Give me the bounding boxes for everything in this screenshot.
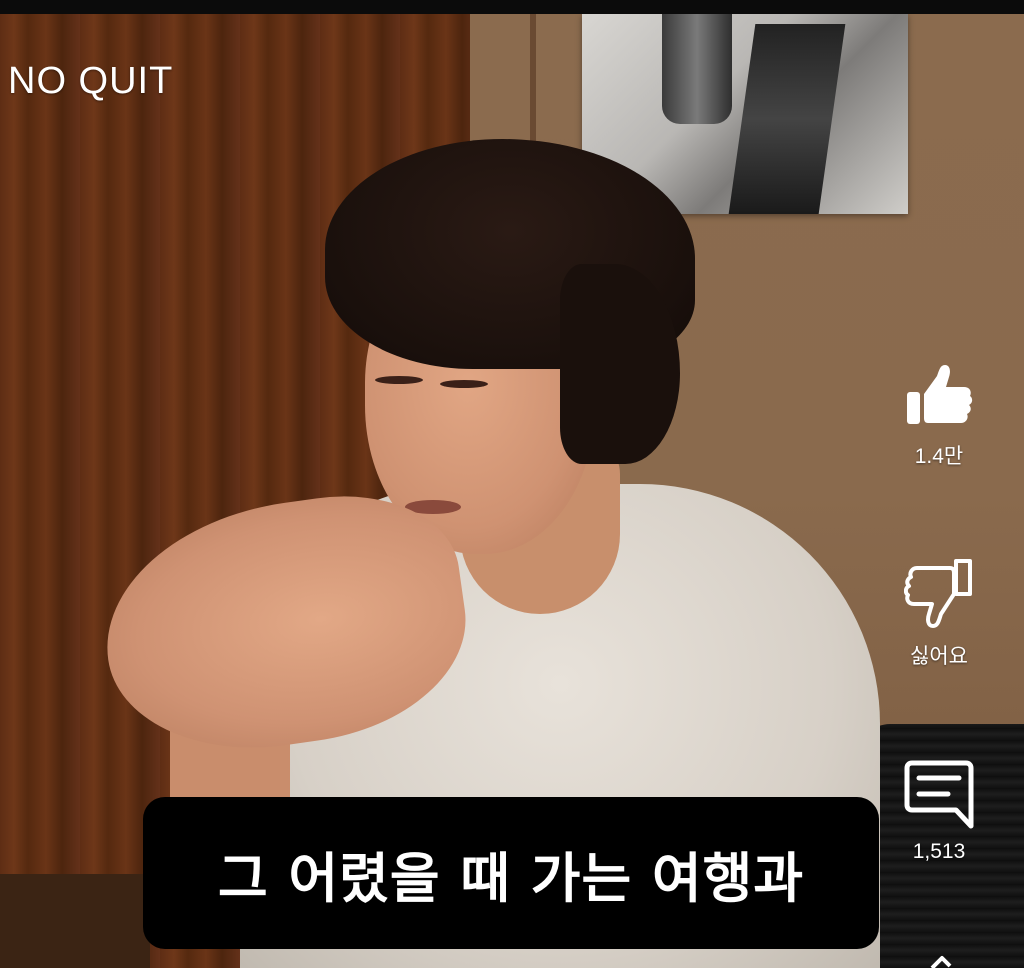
poster-shadow [728,24,846,214]
comment-count: 1,513 [912,840,966,863]
person-eye-left [375,376,423,384]
shorts-player[interactable]: NO QUIT 1.4만 싫어요 1,513 그 어렸을 때 가는 여행과 [0,0,1024,968]
subtitle-caption: 그 어렸을 때 가는 여행과 [143,797,879,949]
share-button[interactable] [928,952,958,968]
subtitle-text: 그 어렸을 때 가는 여행과 [218,846,804,910]
person-eye-right [440,380,488,388]
poster-object [662,14,732,124]
thumbs-up-icon [907,365,973,424]
like-button[interactable]: 1.4만 [889,360,989,470]
dislike-button[interactable]: 싫어요 [889,558,989,670]
like-count: 1.4만 [914,445,964,468]
comment-icon [904,760,974,829]
table [0,874,150,968]
dislike-label: 싫어요 [910,645,968,668]
top-status-bar [0,0,1024,14]
channel-name[interactable]: NO QUIT [8,60,173,103]
thumbs-down-icon [904,559,972,628]
comments-button[interactable]: 1,513 [889,758,989,864]
share-icon [930,956,952,968]
